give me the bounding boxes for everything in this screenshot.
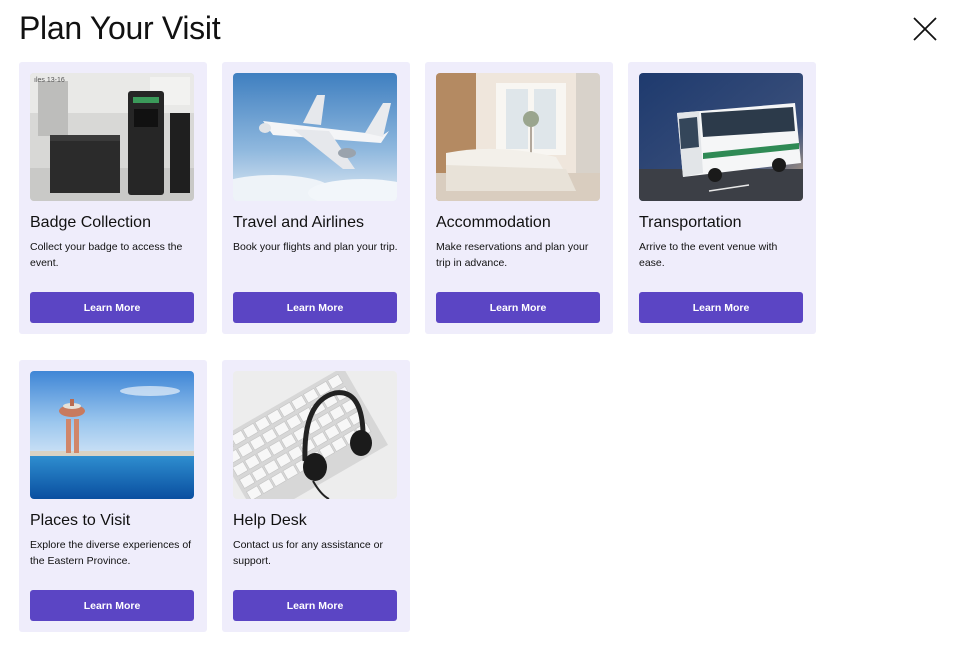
headset-keyboard-image — [233, 371, 397, 499]
page-title: Plan Your Visit — [19, 10, 221, 46]
card-title: Places to Visit — [30, 512, 131, 529]
learn-more-button[interactable]: Learn More — [639, 292, 803, 323]
card-title: Transportation — [639, 214, 742, 231]
card-title: Accommodation — [436, 214, 551, 231]
card-description: Make reservations and plan your trip in … — [436, 241, 589, 269]
learn-more-button[interactable]: Learn More — [233, 292, 397, 323]
cards-grid: ıles 13-16 Badge Collection Collect your… — [19, 62, 816, 632]
card-places-to-visit: Places to Visit Explore the diverse expe… — [19, 360, 207, 632]
hotel-room-image — [436, 73, 600, 201]
card-title: Badge Collection — [30, 214, 151, 231]
water-tower-image — [30, 371, 194, 499]
card-description: Collect your badge to access the event. — [30, 241, 183, 269]
learn-more-button[interactable]: Learn More — [30, 590, 194, 621]
card-help-desk: Help Desk Contact us for any assistance … — [222, 360, 410, 632]
card-travel-and-airlines: Travel and Airlines Book your flights an… — [222, 62, 410, 334]
card-title: Help Desk — [233, 512, 307, 529]
svg-text:ıles 13-16: ıles 13-16 — [34, 77, 65, 84]
close-icon — [913, 17, 937, 41]
card-accommodation: Accommodation Make reservations and plan… — [425, 62, 613, 334]
close-button[interactable] — [910, 14, 940, 44]
badge-kiosk-image: ıles 13-16 — [30, 73, 194, 201]
card-transportation: Transportation Arrive to the event venue… — [628, 62, 816, 334]
card-badge-collection: ıles 13-16 Badge Collection Collect your… — [19, 62, 207, 334]
card-description: Book your flights and plan your trip. — [233, 241, 398, 253]
card-title: Travel and Airlines — [233, 214, 365, 231]
card-description: Explore the diverse experiences of the E… — [30, 539, 192, 567]
card-description: Contact us for any assistance or support… — [233, 539, 383, 567]
learn-more-button[interactable]: Learn More — [30, 292, 194, 323]
card-description: Arrive to the event venue with ease. — [639, 241, 778, 269]
bus-image — [639, 73, 803, 201]
airplane-image — [233, 73, 397, 201]
learn-more-button[interactable]: Learn More — [436, 292, 600, 323]
learn-more-button[interactable]: Learn More — [233, 590, 397, 621]
